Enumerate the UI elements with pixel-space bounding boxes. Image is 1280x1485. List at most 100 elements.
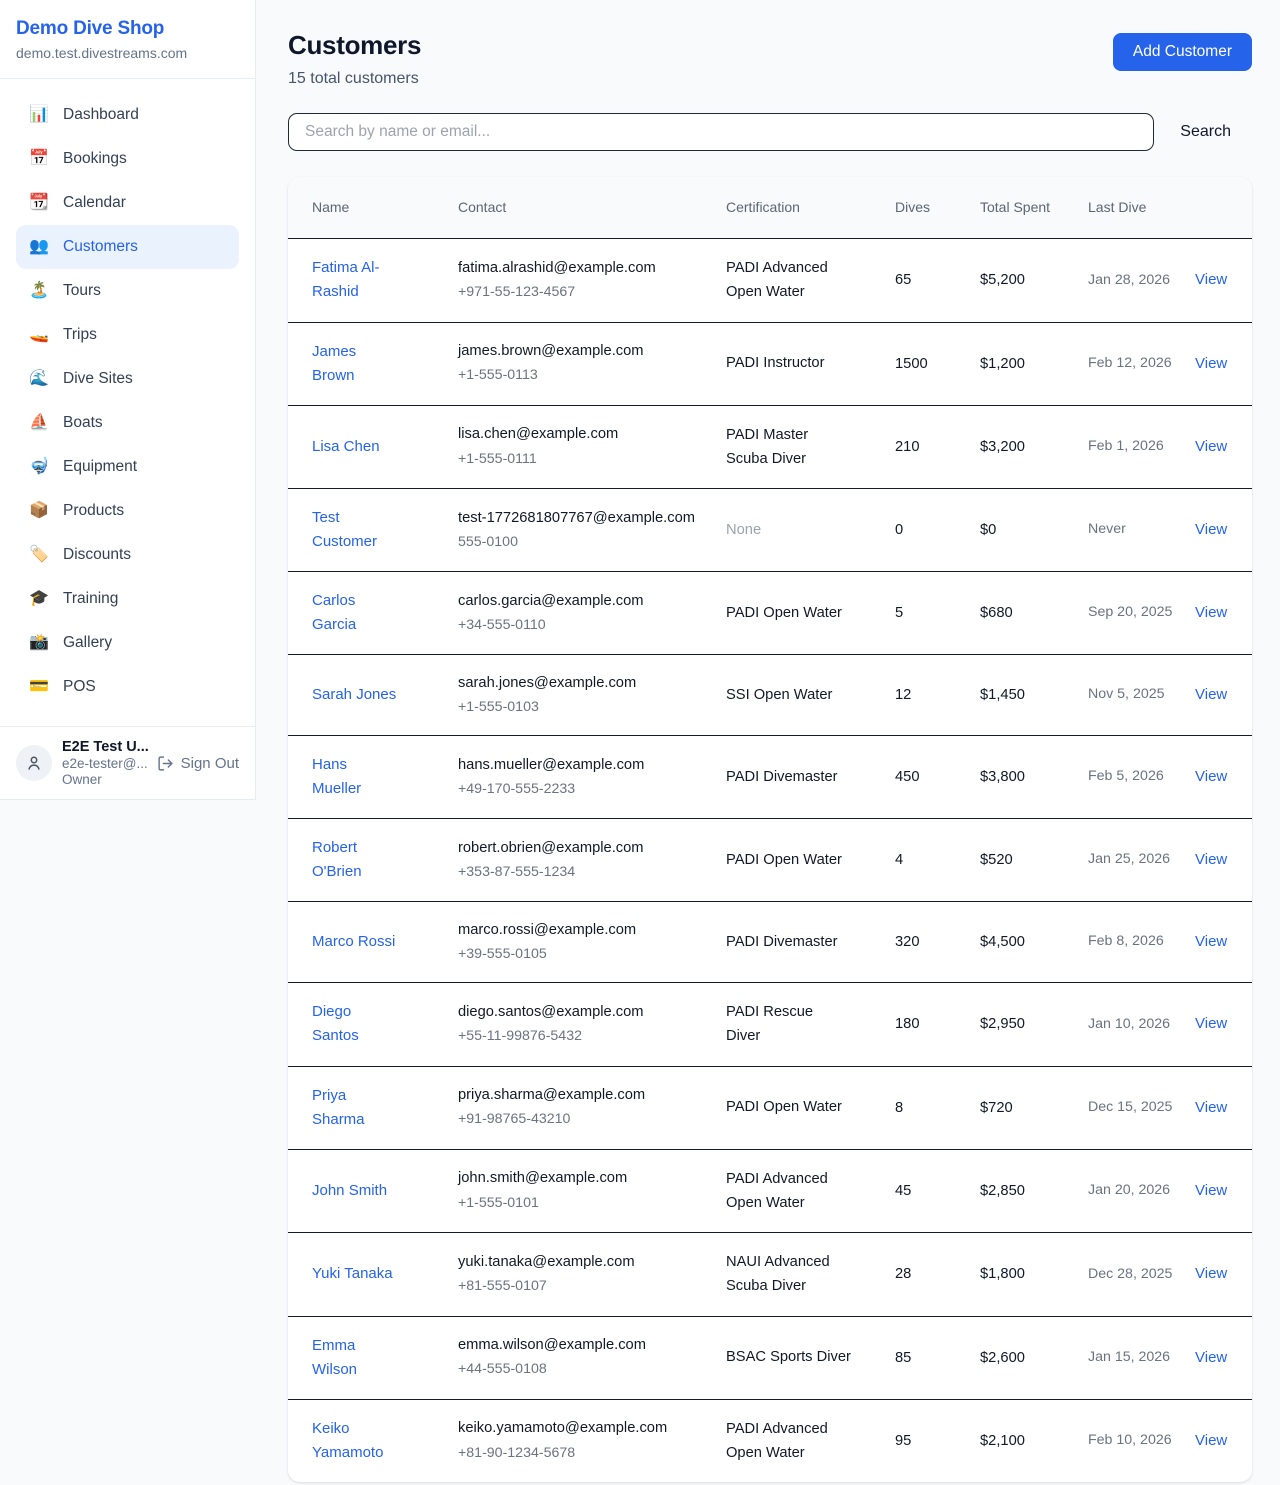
name-cell: Yuki Tanaka (288, 1262, 458, 1286)
contact-cell: yuki.tanaka@example.com+81-555-0107 (458, 1252, 726, 1297)
contact-cell: hans.mueller@example.com+49-170-555-2233 (458, 755, 726, 800)
column-header-dives: Dives (895, 198, 980, 218)
total-spent-cell: $1,450 (980, 686, 1088, 704)
customer-name-link[interactable]: James Brown (312, 340, 400, 388)
view-cell: View (1195, 604, 1252, 622)
view-link[interactable]: View (1195, 521, 1227, 538)
view-link[interactable]: View (1195, 686, 1227, 703)
customer-total-spent: $3,200 (980, 439, 1025, 455)
view-link[interactable]: View (1195, 1182, 1227, 1199)
sidebar-item-dashboard[interactable]: 📊Dashboard (16, 93, 239, 137)
view-cell: View (1195, 438, 1252, 456)
sidebar-item-trips[interactable]: 🚤Trips (16, 313, 239, 357)
customer-email: john.smith@example.com (458, 1168, 708, 1189)
sidebar-item-label: Dashboard (63, 106, 139, 124)
customer-dives: 8 (895, 1100, 903, 1116)
customer-name-link[interactable]: Marco Rossi (312, 930, 395, 954)
contact-cell: test-1772681807767@example.com555-0100 (458, 508, 726, 553)
view-link[interactable]: View (1195, 933, 1227, 950)
customer-name-link[interactable]: Yuki Tanaka (312, 1262, 393, 1286)
last-dive-cell: Feb 12, 2026 (1088, 353, 1195, 374)
view-link[interactable]: View (1195, 768, 1227, 785)
certification-cell: None (726, 518, 895, 542)
view-link[interactable]: View (1195, 604, 1227, 621)
dives-cell: 180 (895, 1015, 980, 1033)
name-cell: Marco Rossi (288, 930, 458, 954)
customer-total-spent: $680 (980, 605, 1013, 621)
sidebar: Demo Dive Shop demo.test.divestreams.com… (0, 0, 256, 800)
sidebar-item-label: Equipment (63, 458, 137, 476)
view-link[interactable]: View (1195, 355, 1227, 372)
table-row: John Smithjohn.smith@example.com+1-555-0… (288, 1150, 1252, 1234)
customer-phone: +1-555-0103 (458, 697, 708, 718)
sidebar-item-pos[interactable]: 💳POS (16, 665, 239, 709)
sidebar-item-discounts[interactable]: 🏷️Discounts (16, 533, 239, 577)
view-link[interactable]: View (1195, 851, 1227, 868)
contact-cell: carlos.garcia@example.com+34-555-0110 (458, 591, 726, 636)
customer-name-link[interactable]: Diego Santos (312, 1000, 400, 1048)
search-input[interactable] (288, 113, 1154, 151)
customer-email: james.brown@example.com (458, 341, 708, 362)
total-spent-cell: $680 (980, 604, 1088, 622)
customer-phone: +81-555-0107 (458, 1276, 708, 1297)
contact-cell: lisa.chen@example.com+1-555-0111 (458, 424, 726, 469)
customer-certification: PADI Divemaster (726, 769, 838, 785)
customer-name-link[interactable]: Fatima Al-Rashid (312, 256, 400, 304)
search-button[interactable]: Search (1154, 123, 1252, 141)
name-cell: Test Customer (288, 506, 458, 554)
customer-email: fatima.alrashid@example.com (458, 258, 708, 279)
customer-name-link[interactable]: Carlos Garcia (312, 589, 400, 637)
sidebar-item-training[interactable]: 🎓Training (16, 577, 239, 621)
sidebar-item-calendar[interactable]: 📆Calendar (16, 181, 239, 225)
view-link[interactable]: View (1195, 438, 1227, 455)
sidebar-item-label: Products (63, 502, 124, 520)
sidebar-item-boats[interactable]: ⛵Boats (16, 401, 239, 445)
sidebar-item-equipment[interactable]: 🤿Equipment (16, 445, 239, 489)
customer-name-link[interactable]: Lisa Chen (312, 435, 380, 459)
view-cell: View (1195, 686, 1252, 704)
customer-total-spent: $3,800 (980, 769, 1025, 785)
certification-cell: BSAC Sports Diver (726, 1345, 895, 1369)
customer-name-link[interactable]: John Smith (312, 1179, 387, 1203)
certification-cell: PADI Advanced Open Water (726, 256, 895, 305)
sidebar-item-bookings[interactable]: 📅Bookings (16, 137, 239, 181)
contact-cell: diego.santos@example.com+55-11-99876-543… (458, 1002, 726, 1047)
customer-name-link[interactable]: Hans Mueller (312, 753, 400, 801)
customer-certification: PADI Advanced Open Water (726, 260, 828, 300)
customer-email: diego.santos@example.com (458, 1002, 708, 1023)
contact-cell: keiko.yamamoto@example.com+81-90-1234-56… (458, 1418, 726, 1463)
customer-certification: PADI Master Scuba Diver (726, 427, 808, 467)
view-cell: View (1195, 521, 1252, 539)
view-link[interactable]: View (1195, 1432, 1227, 1449)
name-cell: Priya Sharma (288, 1084, 458, 1132)
customer-last-dive: Jan 15, 2026 (1088, 1349, 1170, 1365)
view-link[interactable]: View (1195, 1265, 1227, 1282)
view-link[interactable]: View (1195, 1015, 1227, 1032)
sign-out-button[interactable]: Sign Out (157, 755, 239, 772)
table-row: Keiko Yamamoto keiko.yamamoto@example.com… (288, 1400, 1252, 1483)
sidebar-item-gallery[interactable]: 📸Gallery (16, 621, 239, 665)
sidebar-item-tours[interactable]: 🏝️Tours (16, 269, 239, 313)
column-header-last-dive: Last Dive (1088, 198, 1195, 218)
customer-name-link[interactable]: Robert O'Brien (312, 836, 400, 884)
customer-last-dive: Jan 28, 2026 (1088, 272, 1170, 288)
sidebar-item-products[interactable]: 📦Products (16, 489, 239, 533)
view-link[interactable]: View (1195, 1099, 1227, 1116)
customers-table: NameContactCertificationDivesTotal Spent… (288, 177, 1252, 1482)
customer-name-link[interactable]: Emma Wilson (312, 1334, 400, 1382)
view-link[interactable]: View (1195, 1349, 1227, 1366)
customer-last-dive: Sep 20, 2025 (1088, 604, 1172, 620)
customer-name-link[interactable]: Keiko Yamamoto (312, 1417, 400, 1465)
customer-name-link[interactable]: Priya Sharma (312, 1084, 400, 1132)
view-link[interactable]: View (1195, 271, 1227, 288)
customer-name-link[interactable]: Sarah Jones (312, 683, 396, 707)
sidebar-item-customers[interactable]: 👥Customers (16, 225, 239, 269)
customer-name-link[interactable]: Test Customer (312, 506, 400, 554)
sidebar-item-dive-sites[interactable]: 🌊Dive Sites (16, 357, 239, 401)
dives-cell: 4 (895, 851, 980, 869)
customer-last-dive: Jan 20, 2026 (1088, 1182, 1170, 1198)
name-cell: Emma Wilson (288, 1334, 458, 1382)
add-customer-button[interactable]: Add Customer (1113, 33, 1252, 71)
dives-cell: 320 (895, 933, 980, 951)
customer-certification: PADI Advanced Open Water (726, 1171, 828, 1211)
